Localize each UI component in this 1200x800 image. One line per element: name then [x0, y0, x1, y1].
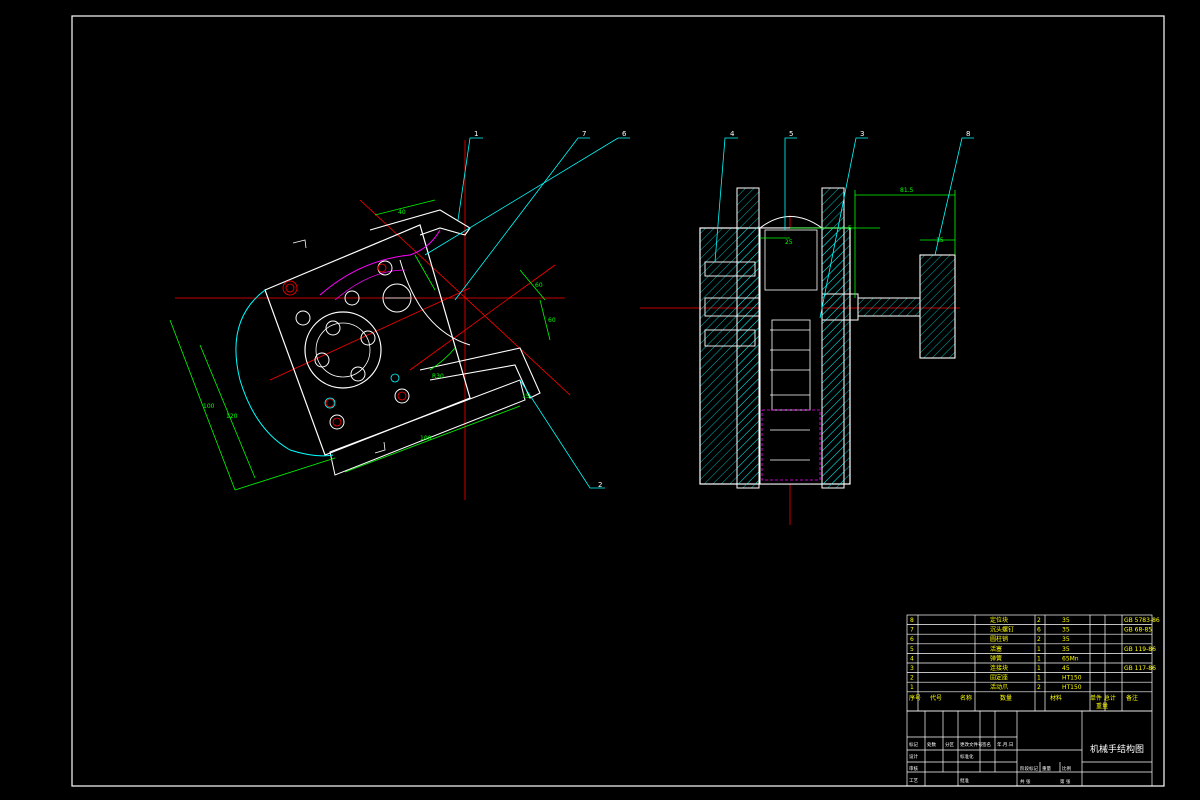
dim-s-top: 81.5	[900, 187, 914, 194]
dim-right-a: 60	[535, 282, 543, 289]
title-block-cell: 处数	[927, 741, 936, 748]
parts-cell-material: HT150	[1062, 684, 1082, 691]
dim-left-a: 100	[203, 403, 215, 410]
parts-cell-name: 定位块	[990, 616, 1008, 624]
title-block-cell: 标记	[909, 741, 918, 748]
parts-cell-qty: 1	[1037, 646, 1041, 653]
title-block-cell: 年.月.日	[997, 741, 1013, 748]
balloon-3: 3	[860, 130, 864, 138]
title-block-cell: 工艺	[909, 778, 918, 784]
parts-cell-material: 35	[1062, 646, 1070, 653]
title-block-cell: 第 张	[1060, 778, 1071, 785]
parts-header-cell: 名称	[960, 694, 972, 702]
parts-cell-name: 弹簧	[990, 654, 1002, 662]
parts-cell-name: 活塞	[990, 645, 1002, 653]
dim-top: 40	[398, 209, 406, 216]
parts-cell-name: 沉头螺钉	[990, 626, 1014, 634]
parts-cell-standard: GB 117-86	[1124, 665, 1156, 672]
parts-cell-qty: 1	[1037, 655, 1041, 662]
title-block-cell: 审核	[909, 765, 918, 772]
balloon-2: 2	[598, 481, 602, 489]
parts-cell-name: 圆柱销	[990, 635, 1008, 643]
title-block-cell: 批准	[960, 777, 969, 784]
parts-cell-no: 6	[910, 636, 914, 643]
parts-header-cell: 材料	[1050, 694, 1062, 702]
balloon-7: 7	[582, 130, 586, 138]
balloon-5: 5	[789, 130, 793, 138]
parts-header-cell: 数量	[1000, 694, 1012, 702]
parts-cell-standard: GB 119-86	[1124, 646, 1156, 653]
parts-cell-qty: 2	[1037, 636, 1041, 643]
parts-cell-no: 5	[910, 646, 914, 653]
dim-s-r: 15	[936, 237, 944, 244]
balloon-6: 6	[622, 130, 627, 138]
parts-cell-material: 35	[1062, 617, 1070, 624]
dim-s-mid: 25	[785, 239, 793, 246]
parts-cell-material: 35	[1062, 627, 1070, 634]
balloon-4: 4	[730, 130, 735, 138]
parts-cell-standard: GB 68-85	[1124, 627, 1152, 634]
parts-header-cell: 单件 总计	[1090, 694, 1116, 702]
parts-cell-no: 4	[910, 655, 914, 662]
parts-cell-no: 8	[910, 617, 914, 624]
title-block-cell: 比例	[1062, 765, 1071, 772]
title-block-cell: 共 张	[1020, 778, 1031, 785]
title-block-cell: 阶段标记	[1020, 765, 1038, 772]
parts-header-cell: 备注	[1126, 694, 1138, 702]
dim-s-small: 5	[848, 225, 852, 232]
parts-header-weight: 重量	[1096, 702, 1108, 710]
title-block-cell: 分区	[945, 741, 954, 748]
parts-cell-material: 65Mn	[1062, 655, 1079, 662]
parts-cell-qty: 1	[1037, 665, 1041, 672]
dim-bottom: 100	[420, 435, 432, 442]
parts-cell-qty: 2	[1037, 617, 1041, 624]
drawing-title: 机械手结构图	[1090, 743, 1144, 755]
parts-cell-standard: GB 5783-86	[1124, 617, 1160, 624]
parts-cell-no: 7	[910, 627, 914, 634]
parts-cell-qty: 6	[1037, 627, 1041, 634]
drawing-canvas: 40 60 60 100 120 100 15 R30 81.5 25 5 15…	[71, 15, 1165, 787]
balloon-8: 8	[966, 130, 970, 138]
title-block-cell: 签名	[982, 741, 991, 748]
parts-cell-name: 固定座	[990, 674, 1008, 682]
parts-cell-qty: 2	[1037, 684, 1041, 691]
dim-right-b: 60	[548, 317, 556, 324]
parts-cell-no: 3	[910, 665, 914, 672]
parts-cell-material: 35	[1062, 636, 1070, 643]
dim-arc: R30	[432, 373, 444, 380]
parts-cell-no: 1	[910, 684, 914, 691]
balloon-1: 1	[474, 130, 478, 138]
section-view: 81.5 25 5 15	[640, 137, 974, 525]
title-block-cell: 标准化	[960, 753, 974, 760]
parts-cell-name: 连接块	[990, 664, 1008, 672]
dim-left-b: 120	[226, 413, 238, 420]
title-block-cell: 更改文件号	[960, 741, 983, 748]
front-view: 40 60 60 100 120 100 15 R30	[169, 137, 630, 500]
title-block-cell: 重量	[1042, 765, 1051, 772]
parts-cell-qty: 1	[1037, 675, 1041, 682]
parts-header-cell: 代号	[930, 694, 942, 702]
parts-cell-material: 45	[1062, 665, 1070, 672]
parts-cell-no: 2	[910, 675, 914, 682]
parts-cell-name: 活动爪	[990, 683, 1008, 691]
parts-header-cell: 序号	[909, 694, 921, 702]
parts-cell-material: HT150	[1062, 675, 1082, 682]
title-block-cell: 设计	[909, 753, 918, 760]
